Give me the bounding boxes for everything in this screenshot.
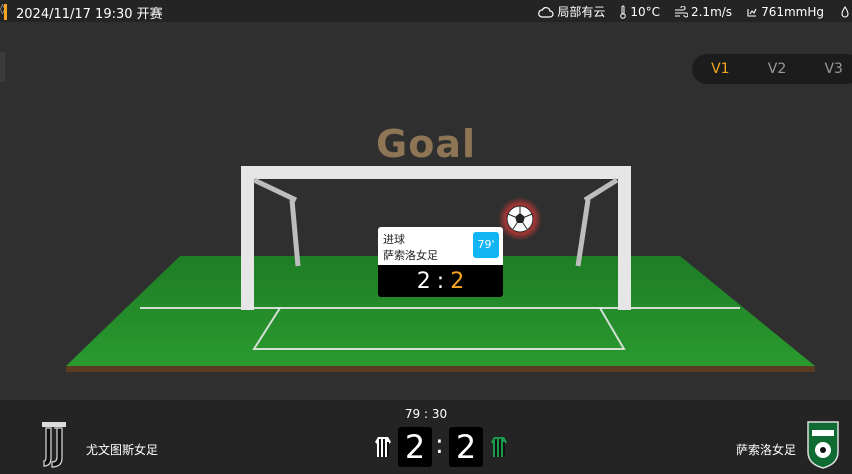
score-separator: : bbox=[435, 430, 444, 460]
match-datetime: 2024/11/17 19:30 开赛 bbox=[16, 7, 163, 22]
temperature-text: 10°C bbox=[630, 4, 660, 19]
weather-condition: 局部有云 bbox=[538, 3, 605, 20]
version-tab-v1[interactable]: V1 bbox=[692, 61, 749, 77]
event-title: Goal bbox=[376, 122, 476, 166]
pressure-text: 761mmHg bbox=[761, 4, 824, 19]
side-tab[interactable] bbox=[0, 52, 5, 82]
event-popup-header: 进球 萨索洛女足 79' bbox=[378, 227, 503, 265]
weather-extra bbox=[838, 5, 852, 19]
cloud-icon bbox=[538, 6, 554, 18]
event-score-separator: : bbox=[436, 268, 445, 294]
event-minute-badge: 79' bbox=[473, 232, 499, 258]
event-score: 2 : 2 bbox=[378, 265, 503, 297]
event-away-score: 2 bbox=[450, 268, 465, 294]
event-team: 萨索洛女足 bbox=[383, 249, 438, 262]
event-home-score: 2 bbox=[416, 268, 431, 294]
match-clock: 79 : 30 bbox=[404, 407, 448, 421]
away-kit-icon bbox=[491, 437, 507, 457]
version-tab-v3[interactable]: V3 bbox=[805, 61, 852, 77]
event-popup: 进球 萨索洛女足 79' 2 : 2 bbox=[378, 227, 503, 297]
version-tab-v2[interactable]: V2 bbox=[749, 61, 806, 77]
top-bar: ◊ 2024/11/17 19:30 开赛 局部有云 10°C 2.1m/s 7… bbox=[0, 0, 852, 22]
weather-condition-text: 局部有云 bbox=[557, 5, 606, 19]
away-team-name: 萨索洛女足 bbox=[735, 443, 796, 457]
wind-icon bbox=[674, 5, 688, 18]
home-team-logo bbox=[42, 422, 66, 468]
away-score: 2 bbox=[449, 427, 483, 467]
droplet-icon bbox=[841, 5, 849, 17]
event-type: 进球 bbox=[383, 233, 405, 246]
weather-wind: 2.1m/s bbox=[674, 5, 732, 19]
away-team-logo bbox=[807, 421, 839, 469]
weather-temperature: 10°C bbox=[619, 5, 660, 19]
home-score: 2 bbox=[398, 427, 432, 467]
scoreboard: 79 : 30 尤文图斯女足 2 : 2 萨索洛女足 bbox=[0, 400, 852, 474]
accent-marker bbox=[4, 4, 7, 20]
pitch-view: Goal 进球 萨索洛女足 79' 2 : 2 bbox=[0, 100, 852, 390]
wind-text: 2.1m/s bbox=[690, 4, 733, 19]
version-switch: V1 V2 V3 bbox=[692, 54, 852, 84]
thermometer-icon bbox=[620, 5, 627, 19]
weather-pressure: 761mmHg bbox=[746, 5, 824, 19]
pressure-icon bbox=[747, 8, 757, 17]
weather-info: 局部有云 10°C 2.1m/s 761mmHg bbox=[538, 3, 852, 20]
soccer-ball-icon bbox=[506, 205, 534, 233]
home-kit-icon bbox=[375, 437, 391, 457]
home-team-name: 尤文图斯女足 bbox=[86, 443, 159, 457]
